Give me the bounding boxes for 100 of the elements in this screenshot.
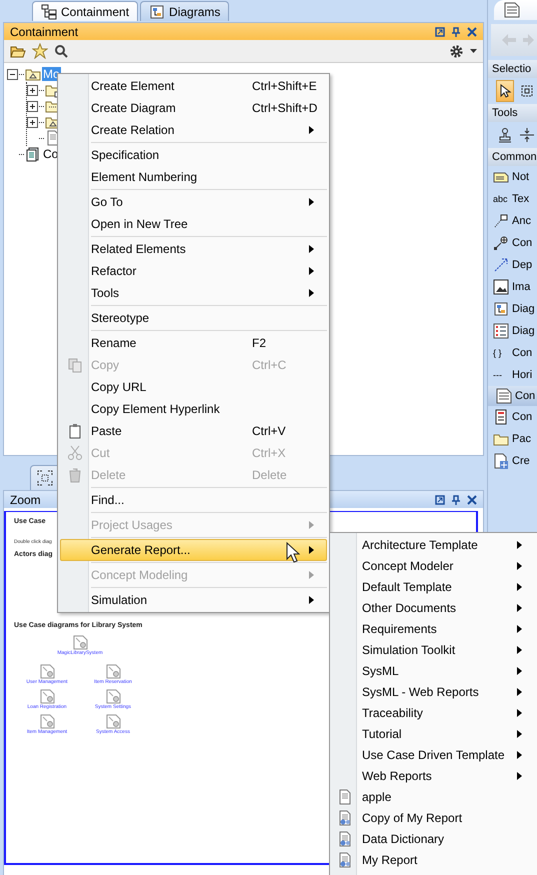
glyph-icon: abc (493, 194, 509, 204)
submenu-arrow-icon (517, 562, 522, 570)
menu-item[interactable]: Refactor (60, 260, 327, 282)
submenu-arrow-icon (309, 521, 314, 529)
menu-item[interactable]: Find... (60, 489, 327, 511)
menu-item[interactable]: Paste Ctrl+V (60, 420, 327, 442)
report-icon (337, 830, 353, 846)
menu-item[interactable]: Tutorial (332, 723, 535, 744)
menu-item[interactable]: Create Element Ctrl+Shift+E (60, 75, 327, 97)
submenu-arrow-icon (309, 289, 314, 297)
copy-icon (67, 357, 83, 373)
menu-item[interactable]: Simulation Toolkit (332, 639, 535, 660)
diagram-icon (40, 689, 54, 704)
report-icon (337, 810, 353, 826)
collapse-toggle[interactable] (7, 68, 18, 80)
submenu-arrow-icon (309, 198, 314, 206)
submenu-arrow-icon (517, 604, 522, 612)
palette-item[interactable]: Dep (512, 259, 532, 271)
menu-item[interactable]: Concept Modeler (332, 555, 535, 576)
pin-icon[interactable] (451, 26, 461, 36)
hierarchy-icon (41, 4, 57, 20)
clipboard-icon (67, 423, 83, 439)
palette-item[interactable]: Anc (512, 215, 531, 227)
palette-item[interactable]: Cre (512, 455, 530, 467)
menu-item[interactable]: Architecture Template (332, 534, 535, 555)
pin-icon[interactable] (451, 494, 461, 504)
diagram-icon (106, 664, 120, 679)
menu-item[interactable]: Traceability (332, 702, 535, 723)
anchor-icon (493, 213, 509, 229)
glyph-icon: { } (493, 348, 509, 358)
form-icon (493, 409, 509, 425)
submenu-arrow-icon (309, 267, 314, 275)
settings-icon[interactable] (449, 44, 464, 58)
menu-item[interactable]: Other Documents (332, 597, 535, 618)
close-icon[interactable] (467, 494, 477, 504)
catalog-icon (25, 146, 41, 162)
close-icon[interactable] (467, 26, 477, 36)
menu-item[interactable]: Copy of My Report (332, 807, 535, 828)
menu-item[interactable]: Stereotype (60, 307, 327, 329)
menu-item[interactable]: Generate Report... (60, 539, 327, 561)
diagram-icon (40, 664, 54, 679)
table-icon (496, 388, 512, 404)
menu-item[interactable]: Tools (60, 282, 327, 304)
diagram-icon (106, 714, 120, 729)
menu-item[interactable]: Default Template (332, 576, 535, 597)
expand-toggle[interactable] (27, 84, 38, 96)
palette-item[interactable]: Not (512, 171, 530, 183)
menu-item[interactable]: Use Case Driven Template (332, 744, 535, 765)
glyph-icon: --- (493, 370, 509, 380)
diagram-icon (493, 301, 509, 317)
diagram-icon (106, 689, 120, 704)
expand-toggle[interactable] (27, 100, 38, 112)
menu-item[interactable]: SysML - Web Reports (332, 681, 535, 702)
submenu-arrow-icon (309, 245, 314, 253)
menu-item[interactable]: Related Elements (60, 238, 327, 260)
submenu-arrow-icon (517, 708, 522, 716)
tool-button[interactable] (496, 80, 514, 102)
panel-tab[interactable]: Containment (32, 1, 138, 21)
submenu-arrow-icon (517, 688, 522, 696)
palette-item[interactable]: Diag (512, 325, 535, 337)
menu-item[interactable]: My Report (332, 849, 535, 870)
palette-item[interactable]: Con (512, 347, 532, 359)
menu-item[interactable]: Data Dictionary (332, 828, 535, 849)
menu-item[interactable]: Copy URL (60, 376, 327, 398)
palette-item[interactable]: Pac (512, 433, 531, 445)
expand-toggle[interactable] (27, 116, 38, 128)
menu-item[interactable]: Rename F2 (60, 332, 327, 354)
panel-title: Zoom (10, 492, 41, 506)
submenu-arrow-icon (517, 582, 522, 590)
menu-item[interactable]: Open in New Tree (60, 213, 327, 235)
menu-item[interactable]: Copy Element Hyperlink (60, 398, 327, 420)
search-icon[interactable] (54, 44, 68, 58)
menu-item[interactable]: Create Relation (60, 119, 327, 141)
palette-tab[interactable] (494, 0, 537, 20)
submenu-arrow-icon (517, 772, 522, 780)
undock-icon[interactable] (435, 494, 445, 504)
palette-item[interactable]: Diag (512, 303, 535, 315)
star-icon[interactable] (32, 43, 48, 59)
palette-item[interactable]: Ima (512, 281, 530, 293)
split-icon (519, 127, 535, 143)
menu-item[interactable]: Element Numbering (60, 166, 327, 188)
palette-item[interactable]: Hori (512, 369, 532, 381)
marquee-icon (519, 83, 535, 99)
palette-item[interactable]: Con (512, 237, 532, 249)
palette-item[interactable]: Tex (512, 193, 530, 205)
diagram-icon (72, 635, 88, 650)
menu-item[interactable]: Go To (60, 191, 327, 213)
panel-tab[interactable]: Diagrams (140, 1, 230, 21)
undock-icon[interactable] (435, 26, 445, 36)
menu-item[interactable]: Web Reports (332, 765, 535, 786)
menu-item[interactable]: Requirements (332, 618, 535, 639)
palette-item[interactable]: Con (512, 411, 532, 423)
menu-item[interactable]: SysML (332, 660, 535, 681)
menu-item[interactable]: Specification (60, 144, 327, 166)
caret-icon[interactable] (470, 49, 477, 53)
menu-item[interactable]: apple (332, 786, 535, 807)
document-icon (337, 788, 353, 804)
scissors-icon (67, 445, 83, 461)
menu-item[interactable]: Create Diagram Ctrl+Shift+D (60, 97, 327, 119)
menu-item[interactable]: Simulation (60, 589, 327, 611)
